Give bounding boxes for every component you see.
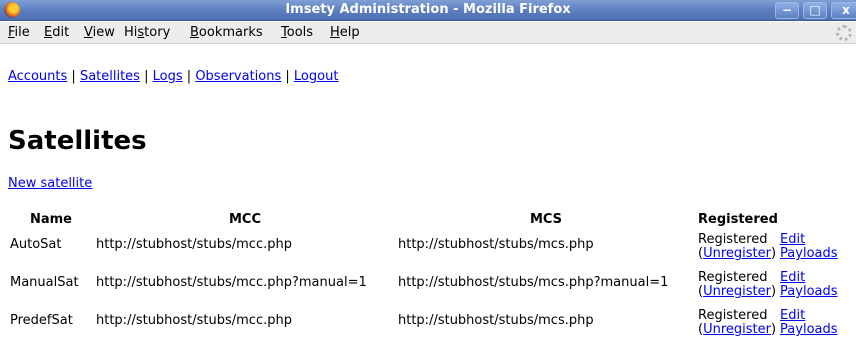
- nav-links: Accounts | Satellites | Logs | Observati…: [8, 69, 338, 84]
- satellites-table: Name MCC MCS Registered AutoSat http://s…: [8, 210, 840, 345]
- satellite-name: ManualSat: [10, 275, 79, 290]
- header-name: Name: [29, 212, 72, 227]
- menu-bar: File Edit View History Bookmarks Tools H…: [0, 22, 856, 44]
- registered-cell: Registered (Unregister) Edit Payloads: [698, 232, 838, 261]
- table-row: PredefSat http://stubhost/stubs/mcc.php …: [8, 307, 840, 345]
- payloads-link[interactable]: Payloads: [780, 247, 837, 261]
- nav-separator: |: [186, 69, 192, 84]
- nav-logout-link[interactable]: Logout: [294, 69, 339, 84]
- registered-cell: Registered (Unregister) Edit Payloads: [698, 270, 838, 299]
- header-mcs: MCS: [529, 212, 563, 227]
- satellite-mcs: http://stubhost/stubs/mcs.php: [398, 237, 594, 252]
- menu-history[interactable]: History: [124, 25, 170, 40]
- satellite-name: PredefSat: [10, 313, 73, 328]
- nav-observations-link[interactable]: Observations: [195, 69, 281, 84]
- page-title: Satellites: [8, 126, 147, 156]
- nav-separator: |: [285, 69, 290, 84]
- nav-separator: |: [144, 69, 149, 84]
- unregister-link[interactable]: Unregister: [703, 246, 771, 261]
- close-button[interactable]: x: [831, 2, 856, 19]
- satellite-mcc: http://stubhost/stubs/mcc.php: [96, 313, 292, 328]
- page-content: Accounts | Satellites | Logs | Observati…: [8, 44, 856, 360]
- table-header-row: Name MCC MCS Registered: [8, 210, 840, 231]
- edit-link[interactable]: Edit: [780, 309, 837, 323]
- registration-status: Registered: [698, 308, 768, 323]
- nav-satellites-link[interactable]: Satellites: [80, 69, 140, 84]
- menu-help[interactable]: Help: [330, 25, 360, 40]
- menu-view[interactable]: View: [84, 25, 115, 40]
- menu-bookmarks[interactable]: Bookmarks: [190, 25, 263, 40]
- nav-logs-link[interactable]: Logs: [153, 69, 183, 84]
- unregister-link[interactable]: Unregister: [703, 322, 771, 337]
- header-registered: Registered: [698, 212, 778, 227]
- edit-link[interactable]: Edit: [780, 233, 837, 247]
- satellite-mcc: http://stubhost/stubs/mcc.php?manual=1: [96, 275, 367, 290]
- nav-accounts-link[interactable]: Accounts: [8, 69, 67, 84]
- satellite-mcs: http://stubhost/stubs/mcs.php?manual=1: [398, 275, 669, 290]
- menu-tools[interactable]: Tools: [281, 25, 313, 40]
- payloads-link[interactable]: Payloads: [780, 323, 837, 337]
- menu-edit[interactable]: Edit: [44, 25, 69, 40]
- satellite-name: AutoSat: [10, 237, 62, 252]
- menu-file[interactable]: File: [8, 25, 30, 40]
- edit-link[interactable]: Edit: [780, 271, 837, 285]
- new-satellite-link[interactable]: New satellite: [8, 176, 92, 191]
- table-row: AutoSat http://stubhost/stubs/mcc.php ht…: [8, 231, 840, 269]
- registered-cell: Registered (Unregister) Edit Payloads: [698, 308, 838, 337]
- registration-status: Registered: [698, 270, 768, 285]
- payloads-link[interactable]: Payloads: [780, 285, 837, 299]
- satellite-mcs: http://stubhost/stubs/mcs.php: [398, 313, 594, 328]
- unregister-link[interactable]: Unregister: [703, 284, 771, 299]
- table-row: ManualSat http://stubhost/stubs/mcc.php?…: [8, 269, 840, 307]
- maximize-button[interactable]: □: [803, 2, 827, 19]
- throbber-icon: [836, 25, 852, 41]
- window-title: Imsety Administration - Mozilla Firefox: [285, 2, 571, 17]
- satellite-mcc: http://stubhost/stubs/mcc.php: [96, 237, 292, 252]
- minimize-button[interactable]: −: [775, 2, 799, 19]
- registration-status: Registered: [698, 232, 768, 247]
- nav-separator: |: [71, 69, 76, 84]
- window-titlebar: Imsety Administration - Mozilla Firefox …: [0, 0, 856, 21]
- header-mcc: MCC: [228, 212, 262, 227]
